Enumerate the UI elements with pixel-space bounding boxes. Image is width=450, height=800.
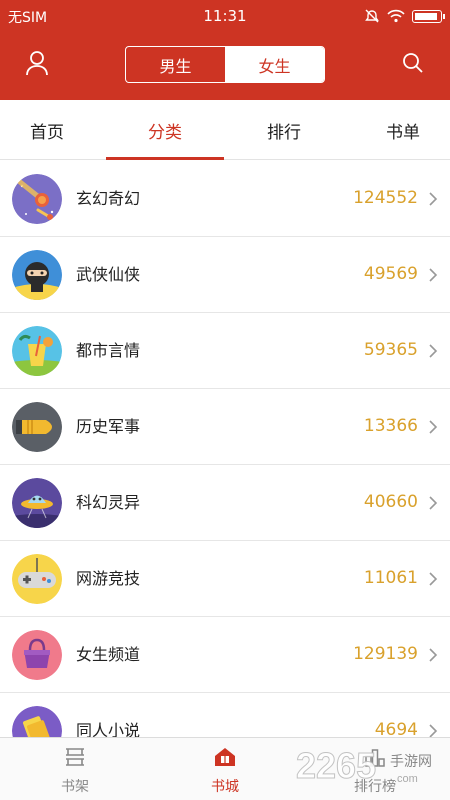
list-item[interactable]: 玄幻奇幻 124552 [0,161,450,237]
book-count: 4694 [374,720,418,737]
tab-label: 分类 [148,122,182,143]
svg-text:2265: 2265 [296,745,376,786]
book-count: 40660 [363,492,418,512]
bookstore-icon [215,748,235,766]
book-icon [12,706,62,737]
nav-label: 书架 [61,779,89,795]
site-watermark-logo: 2265 手游网 .com [296,745,433,787]
bookshelf-icon [66,748,84,766]
category-name: 科幻灵异 [76,493,141,512]
category-name: 历史军事 [76,417,141,436]
category-tabs: 首页 分类 排行 书单 [0,100,450,160]
svg-text:手游网: 手游网 [390,754,432,770]
tab-booklist[interactable]: 书单 [343,100,450,160]
tab-category[interactable]: 分类 [106,100,224,160]
svg-text:.com: .com [394,773,418,785]
user-icon [26,51,48,76]
nav-bookstore[interactable]: 书城 [150,738,300,800]
tab-home[interactable]: 首页 [0,100,107,160]
chevron-right-icon [429,344,438,358]
category-name: 玄幻奇幻 [76,189,141,208]
wifi-icon [387,9,405,23]
tab-label: 首页 [30,122,64,143]
gender-option-male[interactable]: 男生 [126,47,225,82]
chevron-right-icon [429,192,438,206]
category-name: 女生频道 [76,645,141,664]
bullet-icon [12,402,62,452]
cocktail-icon [12,326,62,376]
status-icons [364,8,445,24]
ninja-icon [12,250,62,300]
list-item[interactable]: 同人小说 4694 [0,693,450,737]
list-item[interactable]: 科幻灵异 40660 [0,465,450,541]
chevron-right-icon [429,496,438,510]
active-tab-indicator [106,157,224,160]
chevron-right-icon [429,572,438,586]
nav-label: 书城 [211,779,239,795]
handbag-icon [12,630,62,680]
gender-toggle: 男生 女生 [125,46,325,83]
book-count: 11061 [363,568,418,588]
profile-button[interactable] [22,48,52,78]
tab-label: 排行 [267,122,301,143]
nav-bookshelf[interactable]: 书架 [0,738,150,800]
ufo-icon [12,478,62,528]
book-count: 49569 [363,264,418,284]
book-count: 59365 [363,340,418,360]
list-item[interactable]: 历史军事 13366 [0,389,450,465]
chevron-right-icon [429,268,438,282]
status-bar: 无SIM 11:31 [0,0,450,32]
list-item[interactable]: 武侠仙侠 49569 [0,237,450,313]
gamepad-icon [12,554,62,604]
chevron-right-icon [429,420,438,434]
category-name: 同人小说 [76,721,141,737]
book-count: 13366 [363,416,418,436]
chevron-right-icon [429,724,438,737]
search-icon [403,53,423,73]
search-button[interactable] [398,48,428,78]
book-count: 129139 [353,644,418,664]
alarm-off-icon [365,9,379,23]
battery-icon [412,9,445,23]
category-list: 玄幻奇幻 124552 武侠仙侠 49569 都市言情 59365 历史军事 1… [0,161,450,737]
meteor-icon [12,174,62,224]
category-name: 武侠仙侠 [76,265,141,284]
gender-option-female[interactable]: 女生 [225,47,324,82]
category-name: 网游竞技 [76,569,141,588]
list-item[interactable]: 都市言情 59365 [0,313,450,389]
list-item[interactable]: 网游竞技 11061 [0,541,450,617]
tab-ranking[interactable]: 排行 [224,100,344,160]
tab-label: 书单 [386,122,420,143]
category-name: 都市言情 [76,341,141,360]
book-count: 124552 [353,188,418,208]
app-header: 无SIM 11:31 男生 女生 [0,0,450,100]
chevron-right-icon [429,648,438,662]
list-item[interactable]: 女生频道 129139 [0,617,450,693]
